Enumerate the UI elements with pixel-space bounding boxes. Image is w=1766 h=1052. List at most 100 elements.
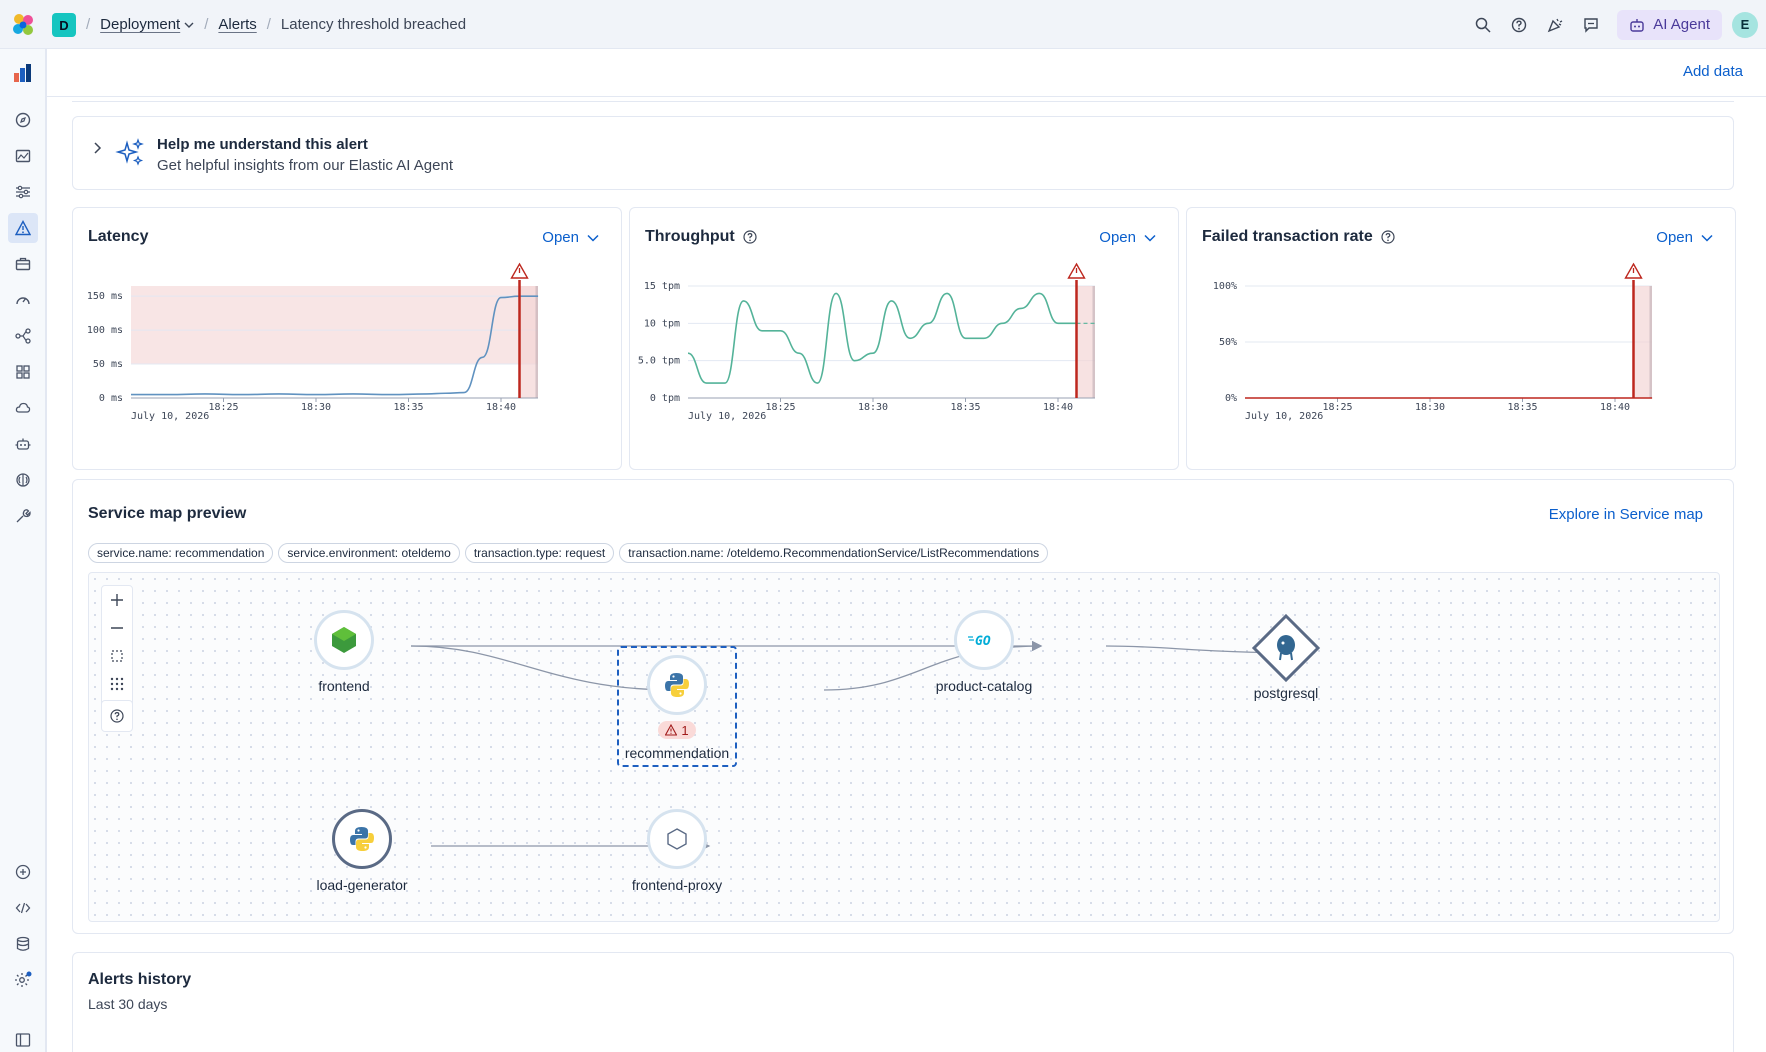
zoom-out-icon[interactable] — [102, 614, 132, 642]
failed-rate-open-button[interactable]: Open — [1656, 229, 1713, 246]
filter-pill[interactable]: service.environment: oteldemo — [278, 543, 460, 563]
node-frontend-proxy[interactable]: frontend-proxy — [617, 809, 737, 893]
y-tick-label: 5.0 tpm — [638, 356, 680, 367]
dev-tools-wrench-icon[interactable] — [11, 504, 35, 528]
page-header: Add data — [47, 49, 1766, 97]
y-tick-label: 0% — [1225, 393, 1237, 404]
robot-icon — [1630, 18, 1644, 32]
y-tick-label: 100% — [1213, 281, 1237, 292]
observability-logo-icon[interactable] — [11, 61, 35, 85]
user-avatar[interactable]: E — [1732, 11, 1758, 38]
uptime-cloud-icon[interactable] — [11, 396, 35, 420]
alerts-warning-icon[interactable] — [8, 213, 38, 243]
python-icon — [350, 827, 374, 851]
settings-gear-icon[interactable] — [11, 968, 35, 992]
help-icon[interactable] — [1501, 7, 1537, 43]
database-icon[interactable] — [11, 932, 35, 956]
node-load-generator[interactable]: load-generator — [307, 809, 417, 893]
ml-brain-icon[interactable] — [11, 468, 35, 492]
failed-rate-chart: 0% 50% 100% 18:25 18:30 18:35 18:40 July 10, 20… — [1213, 262, 1652, 422]
node-load-generator-circle[interactable] — [332, 809, 392, 869]
node-alert-badge[interactable]: 1 — [658, 721, 696, 739]
x-tick-label: 18:30 — [858, 402, 888, 413]
x-tick-label: 18:30 — [301, 402, 331, 413]
node-frontend-circle[interactable] — [314, 610, 374, 670]
chevron-right-icon[interactable] — [93, 141, 103, 155]
throughput-open-button[interactable]: Open — [1099, 229, 1156, 246]
node-recommendation[interactable]: 1 recommendation — [617, 655, 737, 761]
filter-pill[interactable]: transaction.name: /oteldemo.Recommendati… — [619, 543, 1049, 563]
ai-insight-card[interactable]: Help me understand this alert Get helpfu… — [72, 116, 1734, 190]
y-tick-label: 50% — [1219, 337, 1237, 348]
main-panel: Add data Help me understand this alert G… — [46, 49, 1766, 1052]
node-product-catalog-circle[interactable]: GO — [954, 610, 1014, 670]
x-tick-label: 18:35 — [1507, 402, 1537, 413]
latency-title: Latency — [88, 228, 149, 245]
node-postgresql-diamond[interactable] — [1251, 613, 1321, 683]
chevron-down-icon — [184, 22, 194, 29]
code-icon[interactable] — [11, 896, 35, 920]
synthetics-robot-icon[interactable] — [11, 432, 35, 456]
breadcrumb-deployment[interactable]: Deployment — [100, 16, 194, 33]
service-map-canvas[interactable]: frontend 1 recommendation GO product-cat… — [88, 572, 1720, 922]
layout-grid-icon[interactable] — [102, 670, 132, 698]
y-tick-label: 150 ms — [87, 291, 123, 302]
ai-insight-subtitle: Get helpful insights from our Elastic AI… — [157, 157, 453, 174]
fit-view-icon[interactable] — [102, 642, 132, 670]
map-help-icon[interactable] — [101, 700, 133, 732]
breadcrumb-separator: / — [86, 16, 91, 33]
x-tick-label: 18:40 — [1043, 402, 1073, 413]
latency-open-button[interactable]: Open — [542, 229, 599, 246]
news-feed-icon[interactable] — [1537, 7, 1573, 43]
go-lang-icon: GO — [968, 634, 991, 648]
ai-agent-button[interactable]: AI Agent — [1617, 9, 1722, 40]
node-frontend[interactable]: frontend — [299, 610, 389, 694]
add-circle-icon[interactable] — [11, 860, 35, 884]
zoom-in-icon[interactable] — [102, 586, 132, 614]
overview-icon[interactable] — [11, 108, 35, 132]
x-tick-label: 18:40 — [1600, 402, 1630, 413]
help-icon[interactable] — [743, 230, 757, 244]
explore-service-map-link[interactable]: Explore in Service map — [1549, 506, 1703, 523]
collapse-nav-icon[interactable] — [11, 1028, 35, 1052]
help-icon[interactable] — [1381, 230, 1395, 244]
filter-pill[interactable]: transaction.type: request — [464, 543, 615, 563]
y-tick-label: 0 ms — [99, 393, 123, 404]
warning-icon — [665, 724, 678, 736]
cases-briefcase-icon[interactable] — [11, 252, 35, 276]
filter-pills: service.name: recommendation service.env… — [88, 543, 1049, 563]
slo-gauge-icon[interactable] — [11, 288, 35, 312]
discover-icon[interactable] — [11, 144, 35, 168]
x-tick-label: 18:25 — [765, 402, 795, 413]
node-product-catalog[interactable]: GO product-catalog — [924, 610, 1044, 694]
apm-graph-icon[interactable] — [11, 324, 35, 348]
ai-agent-label: AI Agent — [1653, 16, 1710, 33]
y-tick-label: 100 ms — [87, 325, 123, 336]
breadcrumb-alerts[interactable]: Alerts — [218, 16, 256, 33]
date-label: July 10, 2026 — [688, 411, 766, 422]
alerts-history-card: Alerts history Last 30 days — [72, 952, 1734, 1052]
throughput-title: Throughput — [645, 228, 757, 246]
add-data-link[interactable]: Add data — [1683, 63, 1743, 80]
node-postgresql[interactable]: postgresql — [1226, 613, 1346, 701]
node-recommendation-circle[interactable] — [647, 655, 707, 715]
failed-rate-card: Failed transaction rate Open 0% 50% 100% 18… — [1186, 207, 1736, 470]
feedback-icon[interactable] — [1573, 7, 1609, 43]
filters-icon[interactable] — [11, 180, 35, 204]
node-frontend-proxy-circle[interactable] — [647, 809, 707, 869]
infrastructure-grid-icon[interactable] — [11, 360, 35, 384]
throughput-chart: 0 tpm 5.0 tpm 10 tpm 15 tpm 18:25 18:30 18:35 1… — [638, 262, 1095, 422]
x-tick-label: 18:25 — [1322, 402, 1352, 413]
alert-window — [1076, 286, 1095, 398]
deployment-badge[interactable]: D — [52, 13, 76, 37]
breadcrumb-current: Latency threshold breached — [280, 16, 467, 33]
node-label: postgresql — [1253, 685, 1319, 701]
ai-insight-title: Help me understand this alert — [157, 136, 368, 153]
alert-window-recent — [1649, 286, 1652, 398]
elastic-logo-icon[interactable] — [10, 12, 36, 38]
search-icon[interactable] — [1465, 7, 1501, 43]
filter-pill[interactable]: service.name: recommendation — [88, 543, 274, 563]
alert-count: 1 — [681, 722, 689, 738]
alert-window-recent — [1092, 286, 1095, 398]
chevron-down-icon — [1701, 234, 1713, 242]
